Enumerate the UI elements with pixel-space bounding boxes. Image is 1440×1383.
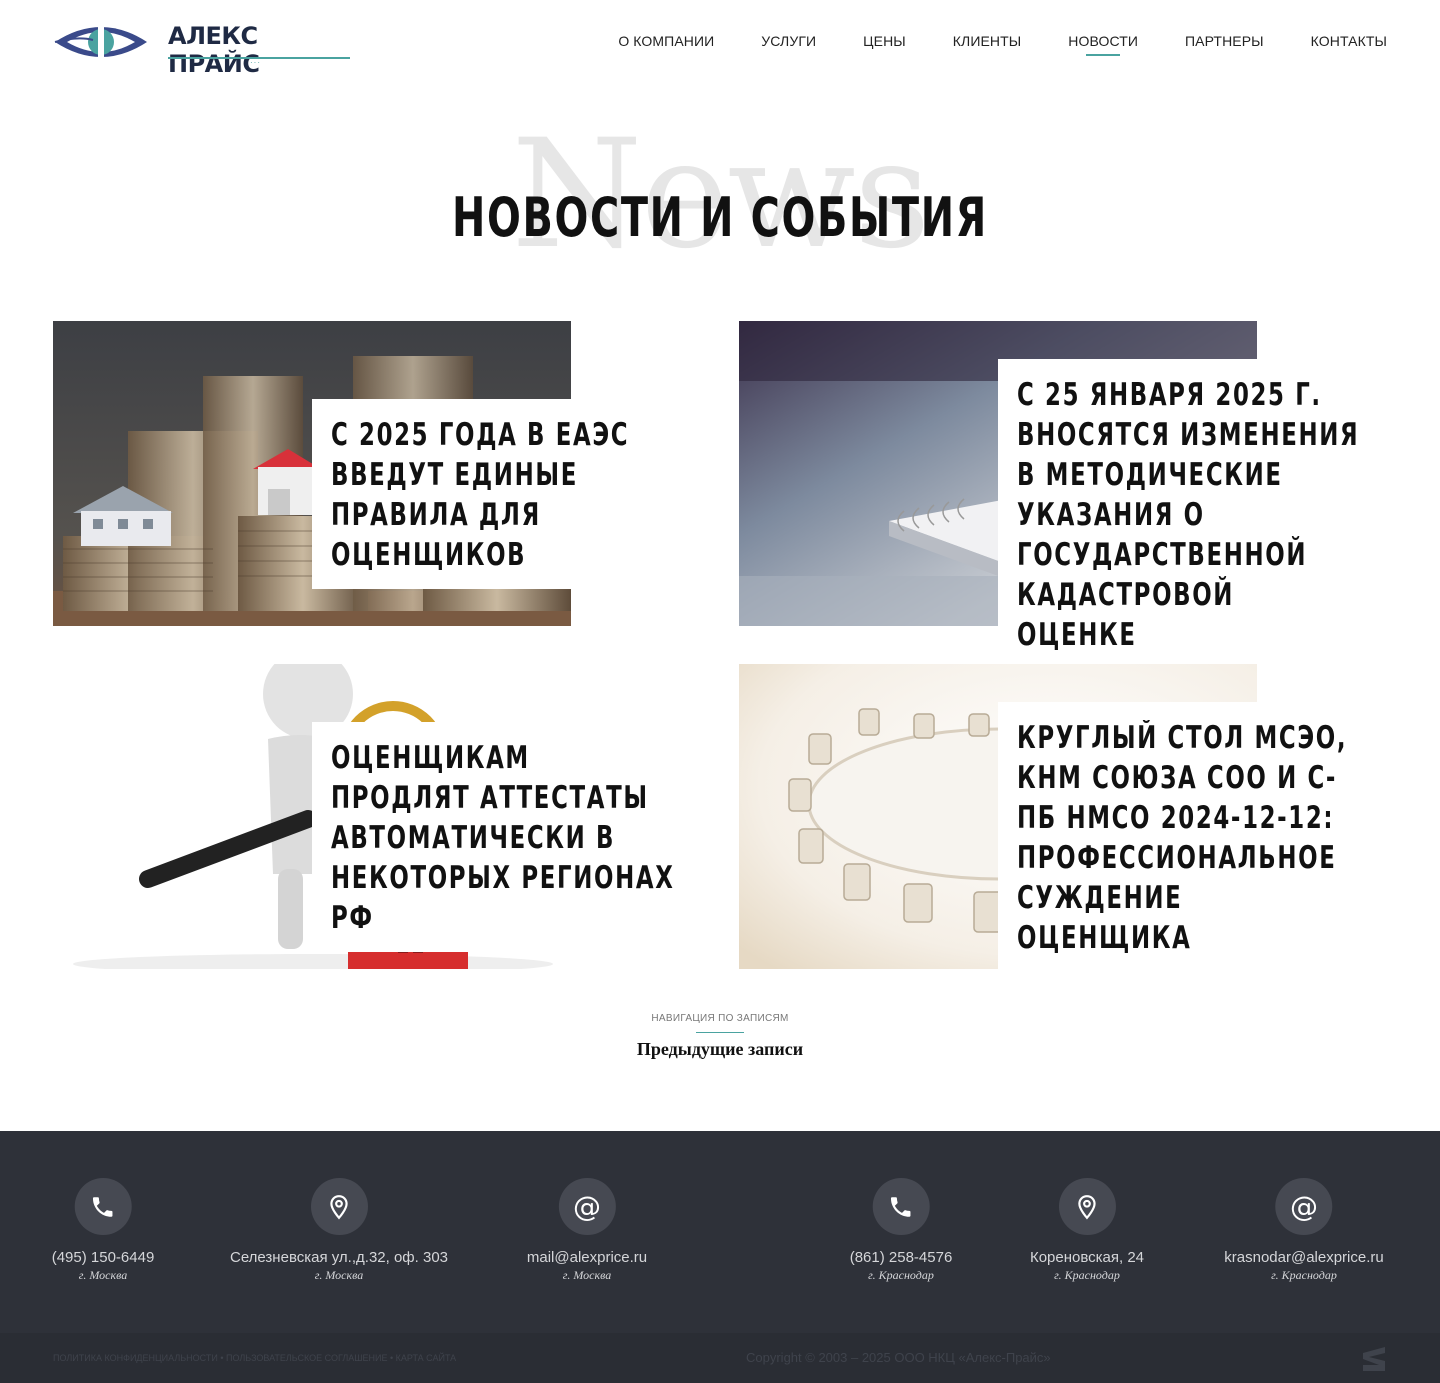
contact-email-krasnodar: @ krasnodar@alexprice.ru г. Краснодар [1224,1178,1384,1283]
contact-phone-link[interactable]: (861) 258-4576 [850,1249,953,1266]
news-title-link[interactable]: С 2025 года в ЕАЭС введут единые правила… [331,415,675,575]
nav-item-about[interactable]: О КОМПАНИИ [618,33,714,49]
copyright-text: Copyright © 2003 – 2025 ООО НКЦ «Алекс-П… [746,1350,1051,1365]
post-navigation-divider [696,1032,744,1033]
previous-posts-link[interactable]: Предыдущие записи [637,1039,803,1060]
contact-address-krasnodar: Кореновская, 24 г. Краснодар [1030,1178,1144,1283]
nav-item-prices[interactable]: ЦЕНЫ [863,33,906,49]
news-title-link[interactable]: Круглый стол МСЭО, КНМ Союза СОО и С-Пб … [1017,718,1361,958]
nav-item-clients[interactable]: КЛИЕНТЫ [953,33,1022,49]
contact-city: г. Краснодар [1271,1268,1337,1282]
post-navigation-label: НАВИГАЦИЯ ПО ЗАПИСЯМ [651,1013,789,1024]
news-title-box: С 25 января 2025 г. вносятся изменения в… [998,359,1440,669]
privacy-policy-link[interactable]: ПОЛИТИКА КОНФИДЕНЦИАЛЬНОСТИ [53,1353,218,1363]
contact-phone-moscow: (495) 150-6449 г. Москва [52,1178,155,1283]
page-hero: News НОВОСТИ И СОБЫТИЯ [0,110,1440,280]
news-card[interactable]: Круглый стол МСЭО, КНМ Союза СОО и С-Пб … [739,664,1440,972]
news-title-box: С 2025 года в ЕАЭС введут единые правила… [312,399,769,589]
at-icon: @ [558,1178,616,1235]
news-card[interactable]: С 2025 года в ЕАЭС введут единые правила… [53,321,769,626]
news-title-link[interactable]: С 25 января 2025 г. вносятся изменения в… [1017,375,1361,655]
at-icon: @ [1275,1178,1333,1235]
main-nav: О КОМПАНИИ УСЛУГИ ЦЕНЫ КЛИЕНТЫ НОВОСТИ П… [618,33,1387,56]
contact-email-link[interactable]: krasnodar@alexprice.ru [1224,1249,1383,1266]
eye-logo-icon [54,26,147,58]
logo-text: АЛЕКС ПРАЙС [168,22,260,78]
contact-phone-krasnodar: (861) 258-4576 г. Краснодар [850,1178,953,1283]
contact-address-link[interactable]: Кореновская, 24 [1030,1249,1144,1266]
nav-item-contacts[interactable]: КОНТАКТЫ [1311,33,1387,49]
nav-item-services[interactable]: УСЛУГИ [761,33,816,49]
contact-phone-link[interactable]: (495) 150-6449 [52,1249,155,1266]
location-icon [310,1178,368,1235]
phone-icon [74,1178,132,1235]
site-header: АЛЕКС ПРАЙС ··· О КОМПАНИИ УСЛУГИ ЦЕНЫ К… [0,0,1440,90]
site-logo[interactable]: АЛЕКС ПРАЙС ··· [53,20,353,78]
contact-city: г. Краснодар [868,1268,934,1282]
post-navigation: НАВИГАЦИЯ ПО ЗАПИСЯМ Предыдущие записи [0,1013,1440,1060]
contact-address-moscow: Селезневская ул.,д.32, оф. 303 г. Москва [230,1178,448,1283]
location-icon [1058,1178,1116,1235]
nav-item-news[interactable]: НОВОСТИ [1068,33,1138,56]
footer-bottom-bar: ПОЛИТИКА КОНФИДЕНЦИАЛЬНОСТИ • ПОЛЬЗОВАТЕ… [0,1333,1440,1383]
contact-city: г. Москва [314,1268,364,1282]
user-agreement-link[interactable]: ПОЛЬЗОВАТЕЛЬСКОЕ СОГЛАШЕНИЕ [226,1353,387,1363]
logo-dots: ··· [250,58,261,67]
news-card[interactable]: Оценщикам продлят аттестаты автоматическ… [53,664,769,969]
contact-email-link[interactable]: mail@alexprice.ru [527,1249,647,1266]
developer-logo-icon[interactable] [1361,1345,1387,1373]
nav-item-partners[interactable]: ПАРТНЕРЫ [1185,33,1264,49]
news-title-box: Оценщикам продлят аттестаты автоматическ… [312,722,769,952]
contact-city: г. Москва [562,1268,612,1282]
news-title-box: Круглый стол МСЭО, КНМ Союза СОО и С-Пб … [998,702,1440,972]
contact-city: г. Москва [78,1268,128,1282]
news-card[interactable]: С 25 января 2025 г. вносятся изменения в… [739,321,1440,669]
footer-links: ПОЛИТИКА КОНФИДЕНЦИАЛЬНОСТИ • ПОЛЬЗОВАТЕ… [53,1353,457,1363]
site-footer: (495) 150-6449 г. Москва Селезневская ул… [0,1131,1440,1383]
phone-icon [872,1178,930,1235]
sitemap-link[interactable]: КАРТА САЙТА [396,1353,457,1363]
page-title: НОВОСТИ И СОБЫТИЯ [451,186,989,249]
contact-city: г. Краснодар [1054,1268,1120,1282]
contact-email-moscow: @ mail@alexprice.ru г. Москва [527,1178,647,1283]
contact-address-link[interactable]: Селезневская ул.,д.32, оф. 303 [230,1249,448,1266]
news-title-link[interactable]: Оценщикам продлят аттестаты автоматическ… [331,738,675,938]
